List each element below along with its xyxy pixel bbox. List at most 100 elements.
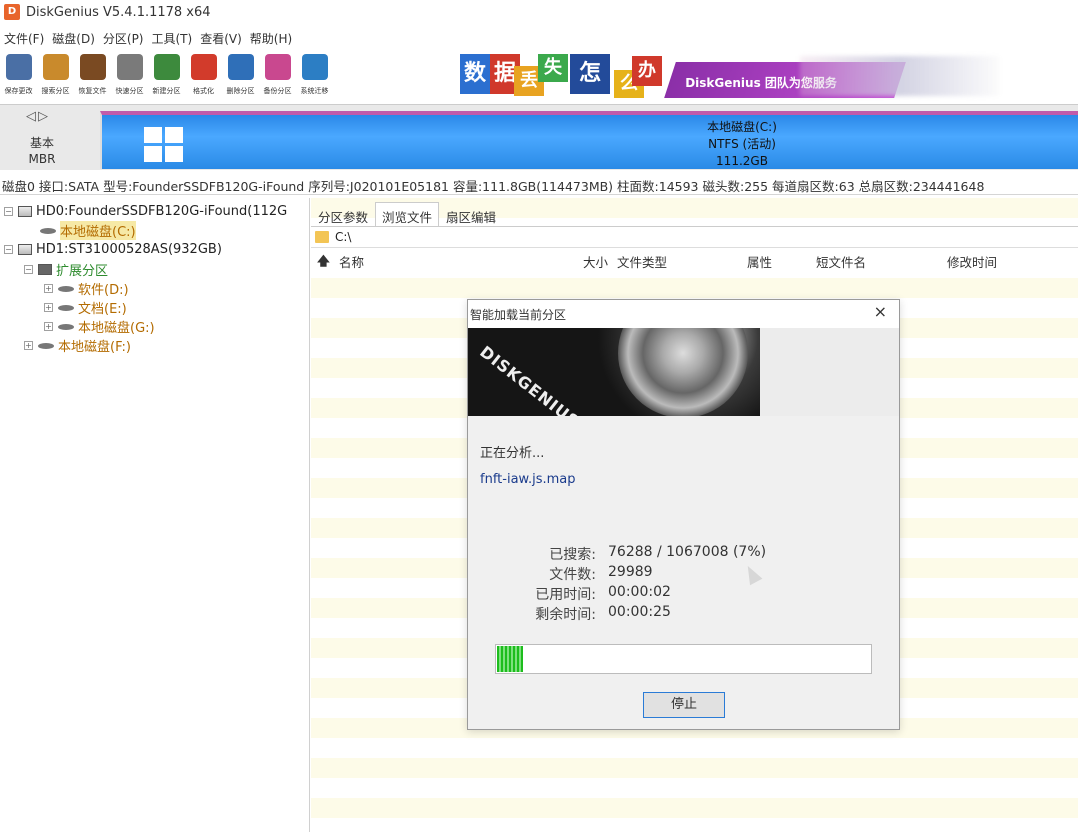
tree-item-d[interactable]: + 软件(D:) (44, 279, 129, 298)
tab-strip: 分区参数 浏览文件 扇区编辑 (311, 202, 503, 226)
partition-icon (40, 227, 56, 234)
toolbar-button-label: 新建分区 (152, 87, 181, 95)
banner-tile: 怎 (570, 54, 610, 94)
partition-icon (58, 323, 74, 330)
backup-icon (264, 54, 291, 80)
delete-icon (227, 54, 254, 80)
current-file: fnft-iaw.js.map (480, 472, 576, 487)
dialog-title-bar: 智能加载当前分区 × (468, 300, 899, 328)
recover-icon (79, 54, 106, 80)
col-modified[interactable]: 修改时间 (947, 252, 997, 271)
tree-item-c[interactable]: 本地磁盘(C:) (40, 221, 136, 240)
tab-browse-files[interactable]: 浏览文件 (375, 202, 440, 226)
toolbar-button-recover[interactable]: 恢复文件 (74, 50, 111, 104)
extended-partition-icon (38, 264, 52, 275)
toolbar-button-label: 搜索分区 (41, 87, 70, 95)
toolbar-button-label: 恢复文件 (78, 87, 107, 95)
toolbar-button-delete[interactable]: 删除分区 (222, 50, 259, 104)
folder-icon (315, 231, 329, 243)
menu-tools[interactable]: 工具(T) (148, 28, 197, 50)
toolbar-button-backup[interactable]: 备份分区 (259, 50, 296, 104)
col-attr[interactable]: 属性 (747, 252, 772, 271)
toolbar-button-format[interactable]: 格式化 (185, 50, 222, 104)
window-title: DiskGenius V5.4.1.1178 x64 (26, 4, 211, 20)
tree-item-f[interactable]: + 本地磁盘(F:) (24, 336, 131, 355)
toolbar-button-label: 备份分区 (263, 87, 292, 95)
hard-drive-illustration: DISKGENIUS (468, 328, 760, 416)
expand-icon[interactable]: + (44, 322, 53, 331)
menu-bar: 文件(F) 磁盘(D) 分区(P) 工具(T) 查看(V) 帮助(H) (0, 28, 296, 50)
collapse-icon[interactable]: − (4, 245, 13, 254)
toolbar-button-new-partition[interactable]: 新建分区 (148, 50, 185, 104)
promo-banner[interactable]: 数 据 丢 失 怎 么 办 DiskGenius 团队为您服务 (460, 52, 1078, 102)
stat-file-count: 文件数: 29989 (549, 564, 653, 583)
toolbar-button-label: 删除分区 (226, 87, 255, 95)
windows-logo-icon (144, 127, 184, 163)
quick-partition-icon (116, 54, 143, 80)
close-icon[interactable]: × (874, 302, 887, 321)
toolbar-button-save[interactable]: 保存更改 (0, 50, 37, 104)
format-icon (190, 54, 217, 80)
scan-stats: 已搜索: 76288 / 1067008 (7%) 文件数: 29989 已用时… (508, 544, 868, 624)
partition-icon (58, 304, 74, 311)
up-folder-icon[interactable]: 🡅 (317, 252, 330, 273)
collapse-icon[interactable]: − (4, 207, 13, 216)
column-header: 🡅 名称 大小 文件类型 属性 短文件名 修改时间 (311, 248, 1078, 272)
menu-partition[interactable]: 分区(P) (99, 28, 148, 50)
current-path: C:\ (335, 230, 352, 244)
menu-view[interactable]: 查看(V) (196, 28, 246, 50)
col-type[interactable]: 文件类型 (617, 252, 667, 271)
banner-tile: 办 (632, 56, 662, 86)
expand-icon[interactable]: + (24, 341, 33, 350)
banner-tile: 失 (538, 54, 568, 82)
migrate-icon (301, 54, 328, 80)
tree-item-e[interactable]: + 文档(E:) (44, 298, 127, 317)
title-bar: D DiskGenius V5.4.1.1178 x64 (0, 0, 1078, 24)
tree-item-hd1[interactable]: − HD1:ST31000528AS(932GB) (4, 240, 222, 259)
smart-load-dialog: 智能加载当前分区 × DISKGENIUS 正在分析... fnft-iaw.j… (467, 299, 900, 730)
partition-icon (58, 285, 74, 292)
partition-bar-c[interactable]: 本地磁盘(C:) NTFS (活动) 111.2GB (100, 111, 1078, 169)
stop-button[interactable]: 停止 (643, 692, 725, 718)
menu-disk[interactable]: 磁盘(D) (48, 28, 99, 50)
disk-nav-arrows[interactable]: ◁▷ (26, 109, 50, 124)
collapse-icon[interactable]: − (24, 265, 33, 274)
toolbar-button-search[interactable]: 搜索分区 (37, 50, 74, 104)
menu-file[interactable]: 文件(F) (0, 28, 48, 50)
expand-icon[interactable]: + (44, 284, 53, 293)
stat-remaining: 剩余时间: 00:00:25 (535, 604, 671, 623)
tab-sector-edit[interactable]: 扇区编辑 (439, 202, 503, 226)
col-name[interactable]: 名称 (339, 252, 364, 271)
progress-bar (495, 644, 872, 674)
new-partition-icon (153, 54, 180, 80)
col-short-name[interactable]: 短文件名 (816, 252, 866, 271)
toolbar-button-label: 快速分区 (115, 87, 144, 95)
stat-searched: 已搜索: 76288 / 1067008 (7%) (549, 544, 767, 563)
col-size[interactable]: 大小 (583, 252, 608, 271)
disk-info-line: 磁盘0 接口:SATA 型号:FounderSSDFB120G-iFound 序… (0, 173, 1078, 195)
hard-disk-icon (18, 206, 32, 217)
toolbar-button-migrate[interactable]: 系统迁移 (296, 50, 333, 104)
disk-map: ◁▷ 基本 MBR 本地磁盘(C:) NTFS (活动) 111.2GB (0, 104, 1078, 170)
menu-help[interactable]: 帮助(H) (246, 28, 296, 50)
toolbar-button-quick-partition[interactable]: 快速分区 (111, 50, 148, 104)
search-icon (42, 54, 69, 80)
path-bar[interactable]: C:\ (311, 226, 1078, 248)
progress-fill (497, 646, 523, 672)
tree-item-hd0[interactable]: − HD0:FounderSSDFB120G-iFound(112G (4, 202, 287, 221)
dialog-banner: DISKGENIUS (468, 328, 899, 416)
hard-disk-icon (18, 244, 32, 255)
toolbar-button-label: 格式化 (193, 87, 214, 95)
partition-icon (38, 342, 54, 349)
banner-blurred-area (800, 56, 1000, 96)
tree-item-g[interactable]: + 本地磁盘(G:) (44, 317, 155, 336)
tab-partition-params[interactable]: 分区参数 (311, 202, 375, 226)
expand-icon[interactable]: + (44, 303, 53, 312)
dialog-title: 智能加载当前分区 (470, 308, 567, 322)
disk-type: 基本 MBR (28, 136, 56, 166)
save-icon (5, 54, 32, 80)
partition-bar-label: 本地磁盘(C:) NTFS (活动) 111.2GB (707, 120, 777, 168)
tree-item-extended[interactable]: − 扩展分区 (24, 260, 108, 279)
banner-tile: 数 (460, 54, 490, 94)
toolbar-button-label: 系统迁移 (300, 87, 329, 95)
